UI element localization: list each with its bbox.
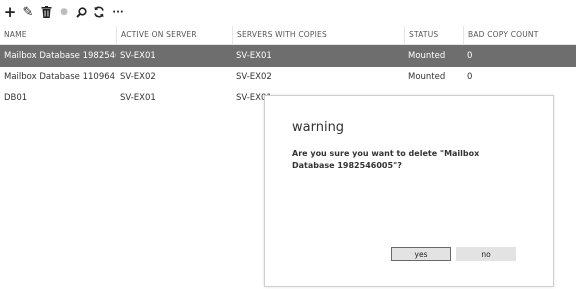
search-icon[interactable] (73, 4, 89, 20)
cell-active-server: SV-EX01 (120, 51, 156, 61)
warning-dialog: warning Are you sure you want to delete … (264, 95, 554, 287)
column-header-status[interactable]: STATUS (404, 26, 463, 44)
disabled-dot-icon: ● (60, 7, 68, 17)
cell-name: Mailbox Database 11096414... (4, 72, 116, 82)
cell-active-server: SV-EX02 (120, 72, 156, 82)
table-row[interactable]: Mailbox Database 11096414... SV-EX02 SV-… (0, 66, 576, 88)
column-header-servers-with-copies[interactable]: SERVERS WITH COPIES (232, 26, 404, 44)
column-header-active-server[interactable]: ACTIVE ON SERVER (116, 26, 232, 44)
column-header-bad-copy-count[interactable]: BAD COPY COUNT (463, 26, 576, 44)
column-header-name[interactable]: NAME (0, 26, 116, 44)
dialog-title: warning (292, 120, 345, 135)
refresh-icon[interactable] (91, 4, 107, 20)
cell-bad-copy-count: 0 (467, 51, 473, 61)
dialog-message: Are you sure you want to delete "Mailbox… (292, 149, 480, 170)
cell-status: Mounted (408, 51, 446, 61)
cell-name: DB01 (4, 93, 28, 103)
grid-header: NAME ACTIVE ON SERVER SERVERS WITH COPIE… (0, 26, 576, 45)
add-icon[interactable]: + (2, 3, 18, 21)
edit-icon[interactable]: ✎ (20, 4, 36, 20)
yes-button[interactable]: yes (391, 247, 451, 261)
cell-servers-with-copies: SV-EX02 (236, 72, 272, 82)
cell-bad-copy-count: 0 (467, 72, 473, 82)
cell-name: Mailbox Database 1982546... (4, 51, 116, 61)
table-row[interactable]: Mailbox Database 1982546... SV-EX01 SV-E… (0, 45, 576, 67)
cell-active-server: SV-EX01 (120, 93, 156, 103)
more-icon[interactable]: ··· (110, 4, 126, 20)
no-button[interactable]: no (456, 247, 516, 261)
cell-status: Mounted (408, 72, 446, 82)
cell-servers-with-copies: SV-EX01 (236, 51, 272, 61)
toolbar: + ✎ ● ··· (0, 0, 576, 24)
delete-icon[interactable] (38, 4, 54, 20)
